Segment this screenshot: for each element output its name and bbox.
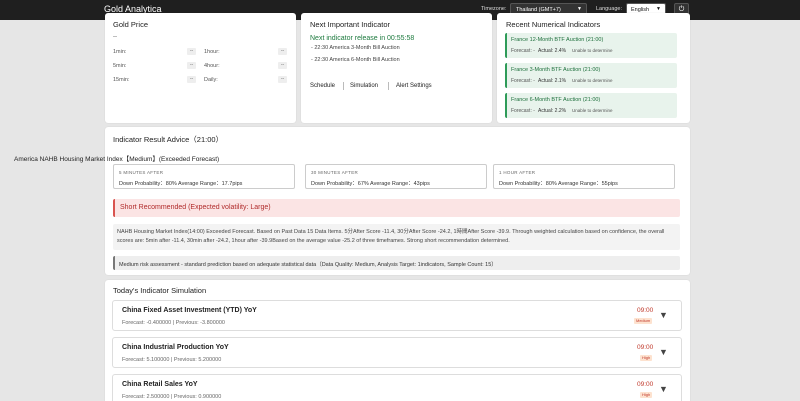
window-title: 5 MINUTES AFTER: [119, 170, 164, 175]
simulation-item[interactable]: China Fixed Asset Investment (YTD) YoY F…: [112, 300, 682, 331]
chevron-down-icon: ▼: [656, 6, 661, 12]
window-body: Down Probability：80% Average Range：55pip…: [499, 181, 618, 187]
importance-badge: High: [640, 392, 653, 398]
timezone-label: Timezone:: [481, 6, 507, 12]
simulation-link[interactable]: Simulation: [350, 83, 378, 89]
window-body: Down Probability：67% Average Range：43pip…: [311, 181, 430, 187]
gp-label-5min: 5min:: [113, 63, 127, 69]
simulation-item[interactable]: China Industrial Production YoY Forecast…: [112, 337, 682, 368]
expand-arrow-icon[interactable]: ▼: [659, 310, 668, 320]
next-indicator-item: - 22:30 America 6-Month Bill Auction: [311, 57, 400, 63]
recommendation-text: Short Recommended (Expected volatility: …: [120, 204, 271, 211]
simulation-title: Today's Indicator Simulation: [113, 286, 207, 295]
result-advice-title: Indicator Result Advice（21:00）: [113, 135, 224, 144]
gp-label-1min: 1min:: [113, 49, 127, 55]
simulation-item[interactable]: China Retail Sales YoY Forecast: 2.50000…: [112, 374, 682, 401]
alert-settings-link[interactable]: Alert Settings: [396, 83, 432, 89]
simulation-card: Today's Indicator Simulation China Fixed…: [105, 280, 690, 401]
sim-item-forecast: Forecast: 2.500000 | Previous: 0.900000: [122, 394, 222, 400]
expand-arrow-icon[interactable]: ▼: [659, 347, 668, 357]
recent-item-forecast: Forecast: -: [511, 48, 535, 54]
sim-item-time: 09:00: [637, 381, 654, 388]
window-1hour-box: 1 HOUR AFTER Down Probability：80% Averag…: [493, 164, 675, 189]
next-indicator-item: - 22:30 America 3-Month Bill Auction: [311, 45, 400, 51]
recent-indicator-item[interactable]: France 6-Month BTF Auction (21:00) Forec…: [505, 93, 677, 118]
recent-item-verdict: Unable to determine: [572, 108, 613, 113]
gold-price-title: Gold Price: [113, 20, 149, 29]
gp-label-15min: 15min:: [113, 77, 130, 83]
importance-badge: High: [640, 355, 653, 361]
sim-item-forecast: Forecast: 5.100000 | Previous: 5.200000: [122, 357, 222, 363]
recent-item-title: France 6-Month BTF Auction (21:00): [511, 97, 601, 103]
recent-item-actual: Actual: 2.1%: [538, 78, 567, 84]
sim-item-name: China Industrial Production YoY: [122, 344, 229, 351]
gp-value-1min: --: [187, 48, 196, 55]
risk-assessment: Medium risk assessment - standard predic…: [113, 256, 680, 270]
sim-item-forecast: Forecast: -0.400000 | Previous: -3.80000…: [122, 320, 225, 326]
link-divider: [388, 82, 389, 90]
gp-label-1hour: 1hour:: [204, 49, 220, 55]
window-5min-box: 5 MINUTES AFTER Down Probability：80% Ave…: [113, 164, 295, 189]
link-divider: [343, 82, 344, 90]
recent-indicators-card: Recent Numerical Indicators France 12-Mo…: [497, 13, 690, 123]
next-indicator-card: Next Important Indicator Next indicator …: [301, 13, 492, 123]
recent-item-actual: Actual: 2.2%: [538, 108, 567, 114]
recent-indicator-item[interactable]: France 3-Month BTF Auction (21:00) Forec…: [505, 63, 677, 88]
window-body: Down Probability：80% Average Range：17.7p…: [119, 181, 243, 187]
recommendation-banner: Short Recommended (Expected volatility: …: [113, 199, 680, 217]
importance-badge: Medium: [634, 318, 653, 324]
recent-item-title: France 3-Month BTF Auction (21:00): [511, 67, 601, 73]
gold-price-value: --: [113, 34, 117, 40]
recent-item-verdict: Unable to determine: [572, 78, 613, 83]
recent-indicator-item[interactable]: France 12-Month BTF Auction (21:00) Fore…: [505, 33, 677, 58]
schedule-link[interactable]: Schedule: [310, 83, 335, 89]
recent-item-forecast: Forecast: -: [511, 108, 535, 114]
window-title: 1 HOUR AFTER: [499, 170, 536, 175]
recent-item-forecast: Forecast: -: [511, 78, 535, 84]
advice-indicator-title: America NAHB Housing Market Index【Medium…: [14, 156, 220, 163]
recent-item-actual: Actual: 2.4%: [538, 48, 567, 54]
sim-item-name: China Retail Sales YoY: [122, 381, 198, 388]
power-icon: ⏻: [678, 6, 685, 13]
analysis-text: NAHB Housing Market Index(14:00) Exceede…: [113, 224, 680, 250]
chevron-down-icon: ▼: [577, 6, 582, 12]
recent-indicators-title: Recent Numerical Indicators: [506, 20, 601, 29]
gold-price-card: Gold Price -- 1min: -- 5min: -- 15min: -…: [105, 13, 296, 123]
gp-label-daily: Daily:: [204, 77, 218, 83]
gp-value-4hour: --: [278, 62, 287, 69]
expand-arrow-icon[interactable]: ▼: [659, 384, 668, 394]
sim-item-time: 09:00: [637, 344, 654, 351]
next-release-countdown: Next indicator release in 00:55:58: [310, 35, 415, 42]
window-title: 30 MINUTES AFTER: [311, 170, 359, 175]
window-30min-box: 30 MINUTES AFTER Down Probability：67% Av…: [305, 164, 487, 189]
gp-value-1hour: --: [278, 48, 287, 55]
sim-item-time: 09:00: [637, 307, 654, 314]
recent-item-title: France 12-Month BTF Auction (21:00): [511, 37, 604, 43]
gp-label-4hour: 4hour:: [204, 63, 220, 69]
language-label: Language:: [596, 6, 622, 12]
next-indicator-title: Next Important Indicator: [310, 20, 391, 29]
sim-item-name: China Fixed Asset Investment (YTD) YoY: [122, 307, 257, 314]
gp-value-5min: --: [187, 62, 196, 69]
recent-item-verdict: Unable to determine: [572, 48, 613, 53]
gp-value-15min: --: [187, 76, 196, 83]
gp-value-daily: --: [278, 76, 287, 83]
risk-text: Medium risk assessment - standard predic…: [119, 262, 497, 268]
